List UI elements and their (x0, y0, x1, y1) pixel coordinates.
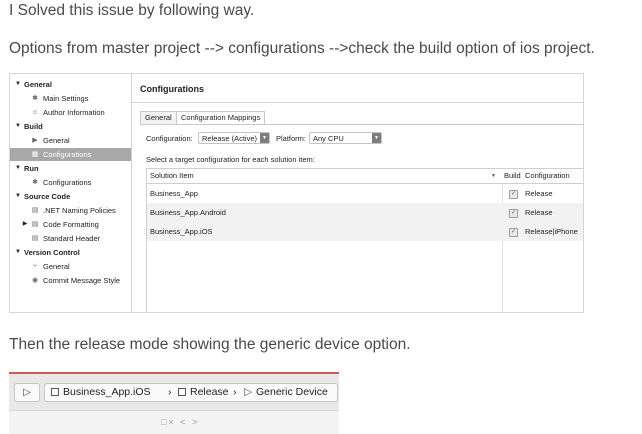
sidebar-item[interactable]: ▤ .NET Naming Policies (10, 204, 131, 217)
gear-icon: ✱ (32, 95, 38, 102)
sidebar-item[interactable]: ⑂ General (10, 260, 131, 273)
project-icon (51, 388, 59, 396)
title-divider (132, 102, 583, 103)
sidebar-item[interactable]: ✱ Main Settings (10, 92, 131, 105)
sidebar-item[interactable]: ✱ Configurations (10, 176, 131, 189)
options-main-panel: Configurations General Configuration Map… (132, 74, 583, 312)
instruction-text: Select a target configuration for each s… (146, 155, 315, 164)
sidebar-item-label: Code Formatting (43, 220, 99, 229)
sidebar-section-label: Source Code (24, 192, 71, 201)
sidebar-item[interactable]: ☺ Author Information (10, 106, 131, 119)
paragraph-result: Then the release mode showing the generi… (9, 336, 411, 353)
sidebar-item-label: .NET Naming Policies (43, 206, 116, 215)
branch-icon: ⑂ (32, 263, 38, 270)
platform-value: Any CPU (313, 134, 344, 143)
run-button[interactable]: ▷ (14, 383, 40, 402)
sidebar-item-label: Main Settings (43, 94, 89, 103)
sidebar-item-label: Configurations (43, 178, 92, 187)
solution-items-table: Solution Item ▼ Build Configuration Busi… (146, 168, 583, 312)
build-checkbox[interactable]: ✓ (509, 228, 518, 237)
sidebar-item-label: Configurations (43, 150, 92, 159)
configuration-label: Configuration: (146, 134, 193, 143)
panel-title: Configurations (140, 84, 204, 94)
configuration-dropdown[interactable]: Release (Active) ▼ (198, 132, 270, 144)
run-icon: ▷ (23, 387, 31, 398)
sidebar-item[interactable]: ▤ Standard Header (10, 232, 131, 245)
nav-arrows-icon[interactable]: □× < > (161, 417, 199, 427)
disclosure-triangle-icon[interactable]: ▼ (15, 78, 21, 91)
config-icon (178, 388, 186, 396)
path-configuration[interactable]: Release (190, 384, 229, 401)
path-separator: › (168, 386, 172, 398)
tab-configuration-mappings[interactable]: Configuration Mappings (176, 111, 266, 125)
sidebar-item-label: General (43, 136, 70, 145)
column-header-solution-item[interactable]: Solution Item (150, 169, 194, 183)
column-header-configuration[interactable]: Configuration (525, 169, 570, 183)
sidebar-section-label: General (24, 80, 52, 89)
chevron-down-icon: ▼ (372, 133, 381, 143)
sidebar-section[interactable]: ▼ Build (10, 120, 131, 133)
sidebar-item-label: General (43, 262, 70, 271)
sidebar-item[interactable]: ▶ General (10, 134, 131, 147)
sidebar-item[interactable]: ▦ Configurations (10, 148, 131, 161)
table-row[interactable]: Business_App ✓ Release (147, 184, 583, 203)
doc-icon: ▤ (31, 235, 39, 242)
disclosure-triangle-icon[interactable]: ▼ (15, 246, 21, 259)
options-sidebar: ▼ General ✱ Main Settings ☺ Author Informatio… (10, 74, 132, 312)
solution-item-name: Business_App (150, 189, 198, 198)
configuration-cell[interactable]: Release (525, 184, 553, 203)
play-icon: ▶ (32, 137, 38, 144)
tab-general[interactable]: General (140, 111, 177, 125)
sidebar-section[interactable]: ▼ Run (10, 162, 131, 175)
toolbar-lower-strip: □× < > (9, 410, 339, 434)
gear-icon: ✱ (32, 179, 38, 186)
configuration-value: Release (Active) (202, 134, 258, 143)
path-project[interactable]: Business_App.iOS (63, 384, 151, 401)
sidebar-section-label: Run (24, 164, 39, 173)
paragraph-steps: Options from master project --> configur… (9, 40, 595, 57)
disclosure-triangle-icon[interactable]: ▼ (15, 120, 21, 133)
disclosure-triangle-icon[interactable]: ▼ (15, 162, 21, 175)
toolbar-screenshot: ▷ Business_App.iOS › Release › ▷ Generic… (9, 372, 339, 434)
sort-indicator-icon[interactable]: ▼ (491, 169, 496, 183)
configuration-cell[interactable]: Release|iPhone (525, 222, 578, 241)
table-row[interactable]: Business_App.Android ✓ Release (147, 203, 583, 222)
build-checkbox[interactable]: ✓ (509, 209, 518, 218)
grid-icon: ▦ (31, 151, 39, 158)
path-device[interactable]: Generic Device (256, 384, 328, 401)
solution-item-name: Business_App.Android (150, 208, 226, 217)
person-icon: ☺ (31, 109, 39, 116)
disclosure-triangle-icon[interactable]: ▼ (15, 190, 21, 203)
build-checkbox[interactable]: ✓ (509, 190, 518, 199)
platform-dropdown[interactable]: Any CPU ▼ (309, 132, 382, 144)
platform-label: Platform: (276, 134, 307, 143)
sidebar-item-label: Author Information (43, 108, 105, 117)
sidebar-section[interactable]: ▼ Source Code (10, 190, 131, 203)
sidebar-section-label: Version Control (24, 248, 80, 257)
scheme-path-bar[interactable]: Business_App.iOS › Release › ▷ Generic D… (44, 383, 338, 402)
sidebar-section[interactable]: ▼ General (10, 78, 131, 91)
tab-divider (140, 124, 583, 125)
sidebar-section[interactable]: ▼ Version Control (10, 246, 131, 259)
chevron-down-icon: ▼ (260, 133, 269, 143)
check-icon: ◉ (31, 277, 39, 284)
list-icon: ▤ (31, 207, 39, 214)
paragraph-intro: I Solved this issue by following way. (9, 2, 255, 19)
path-separator: › (233, 386, 237, 398)
options-dialog-screenshot: ▼ General ✱ Main Settings ☺ Author Informatio… (9, 73, 584, 313)
sidebar-item-label: Commit Message Style (43, 276, 121, 285)
list-icon: ▤ (31, 221, 39, 228)
column-header-build[interactable]: Build (504, 169, 521, 183)
sidebar-item-label: Standard Header (43, 234, 101, 243)
configuration-cell[interactable]: Release (525, 203, 553, 222)
sidebar-section-label: Build (24, 122, 43, 131)
device-icon: ▷ (244, 386, 253, 398)
sidebar-item[interactable]: ▶ ▤ Code Formatting (10, 218, 131, 231)
solution-item-name: Business_App.iOS (150, 227, 213, 236)
disclosure-triangle-icon[interactable]: ▶ (22, 218, 28, 231)
table-row[interactable]: Business_App.iOS ✓ Release|iPhone (147, 222, 583, 241)
sidebar-item[interactable]: ◉ Commit Message Style (10, 274, 131, 287)
